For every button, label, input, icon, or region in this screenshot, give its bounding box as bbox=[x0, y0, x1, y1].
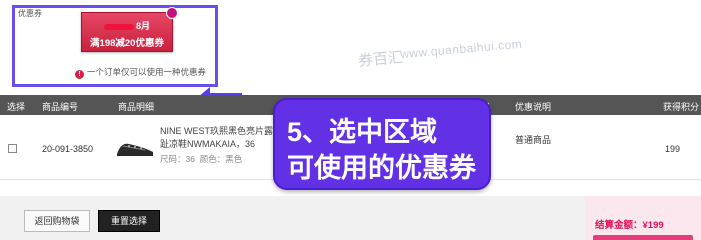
annotation-line2: 可使用的优惠券 bbox=[287, 153, 476, 183]
product-name-link[interactable]: NINE WEST玖熙黑色亮片露趾凉鞋NWMAKAIA，36 bbox=[160, 125, 280, 151]
coupon-ticket-title: 8月 bbox=[82, 19, 172, 32]
back-to-cart-button[interactable]: 返回购物袋 bbox=[24, 210, 90, 232]
settlement-total: 结算金额：¥199 bbox=[595, 220, 664, 231]
coupon-note: ! 一个订单仅可以使用一种优惠券 bbox=[75, 66, 206, 79]
annotation-line1: 5、选中区域 bbox=[287, 117, 438, 147]
coupon-selected-icon bbox=[166, 7, 178, 19]
annotation-badge: 5、选中区域 可使用的优惠券 bbox=[273, 98, 491, 190]
row-promo: 普通商品 bbox=[515, 135, 552, 145]
product-color: 颜色：黑色 bbox=[199, 154, 243, 164]
header-sku: 商品编号 bbox=[42, 102, 79, 112]
warning-icon: ! bbox=[75, 70, 84, 79]
total-panel: 结算金额：¥199 bbox=[585, 196, 701, 240]
coupon-ticket-offer: 满198减20优惠券 bbox=[90, 38, 164, 49]
checkout-button[interactable] bbox=[593, 235, 693, 240]
watermark-url: www.quanbaihui.com bbox=[399, 36, 523, 62]
row-sku: 20-091-3850 bbox=[42, 144, 94, 154]
redaction-mark bbox=[103, 23, 134, 30]
row-points: 199 bbox=[665, 144, 681, 154]
product-thumbnail[interactable] bbox=[115, 136, 155, 158]
product-attributes: 尺码：36 颜色：黑色 bbox=[160, 153, 242, 165]
coupon-ticket[interactable]: 8月 满198减20优惠券 bbox=[81, 7, 178, 52]
watermark-brand: 券百汇 bbox=[357, 49, 404, 70]
header-points: 获得积分 bbox=[663, 102, 700, 112]
coupon-section: 优惠券 8月 满198减20优惠券 ! 一个订单仅可以使用一种优惠券 券百汇 ww… bbox=[0, 0, 701, 103]
header-promo: 优惠说明 bbox=[515, 102, 552, 112]
row-select-checkbox[interactable] bbox=[8, 144, 17, 153]
header-select: 选择 bbox=[7, 102, 26, 112]
product-size: 尺码：36 bbox=[160, 154, 195, 164]
header-detail: 商品明细 bbox=[118, 102, 155, 112]
reset-selection-button[interactable]: 重置选择 bbox=[98, 210, 160, 232]
coupon-highlight-box: 8月 满198减20优惠券 ! 一个订单仅可以使用一种优惠券 bbox=[12, 5, 218, 87]
